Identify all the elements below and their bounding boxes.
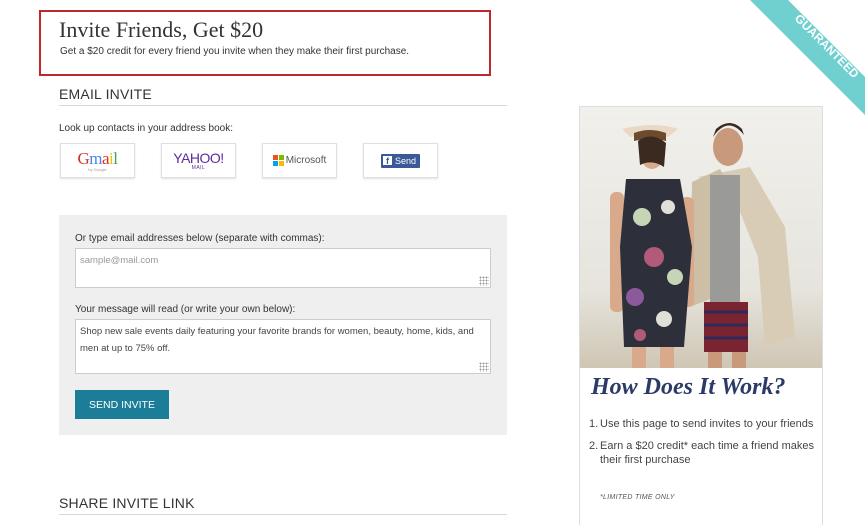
gmail-import-button[interactable]: Gmail by Google: [60, 143, 135, 178]
resize-handle-icon[interactable]: [479, 276, 489, 286]
microsoft-logo-icon: [272, 155, 284, 166]
page-title: Invite Friends, Get $20: [59, 17, 264, 42]
how-it-works-steps: 1. Use this page to send invites to your…: [589, 417, 817, 475]
emails-label: Or type email addresses below (separate …: [75, 233, 325, 244]
fineprint-note: *LIMITED TIME ONLY: [600, 494, 675, 501]
list-item: 1. Use this page to send invites to your…: [589, 418, 814, 430]
lookup-contacts-label: Look up contacts in your address book:: [59, 123, 233, 134]
message-label: Your message will read (or write your ow…: [75, 304, 296, 315]
email-invite-heading: EMAIL INVITE: [59, 86, 152, 102]
section-divider: [59, 105, 507, 106]
invite-form-panel: Or type email addresses below (separate …: [59, 215, 507, 435]
how-it-works-panel: How Does It Work? 1. Use this page to se…: [579, 106, 823, 525]
gmail-logo-icon: Gmail by Google: [77, 149, 118, 172]
fashion-couple-photo: [580, 107, 822, 368]
yahoo-logo-icon: YAHOO! MAIL: [173, 149, 224, 171]
promo-banner: Invite Friends, Get $20 Get a $20 credit…: [39, 10, 491, 76]
resize-handle-icon[interactable]: [479, 362, 489, 372]
facebook-send-button[interactable]: f Send: [363, 143, 438, 178]
how-it-works-title: How Does It Work?: [591, 374, 786, 400]
yahoo-import-button[interactable]: YAHOO! MAIL: [161, 143, 236, 178]
emails-input[interactable]: sample@mail.com: [75, 248, 491, 288]
share-invite-heading: SHARE INVITE LINK: [59, 495, 195, 511]
microsoft-import-button[interactable]: Microsoft: [262, 143, 337, 178]
message-textarea[interactable]: Shop new sale events daily featuring you…: [75, 319, 491, 374]
check-badge-icon: [835, 3, 860, 25]
facebook-icon: f: [382, 156, 392, 166]
list-item: 2. Earn a $20 credit* each time a friend…: [589, 440, 815, 466]
coupon-guarantee-ribbon: Our Coupons Work GUARANTEED: [750, 0, 865, 115]
send-invite-button[interactable]: SEND INVITE: [75, 390, 169, 419]
promo-subtitle: Get a $20 credit for every friend you in…: [60, 46, 410, 57]
section-divider: [59, 514, 507, 515]
